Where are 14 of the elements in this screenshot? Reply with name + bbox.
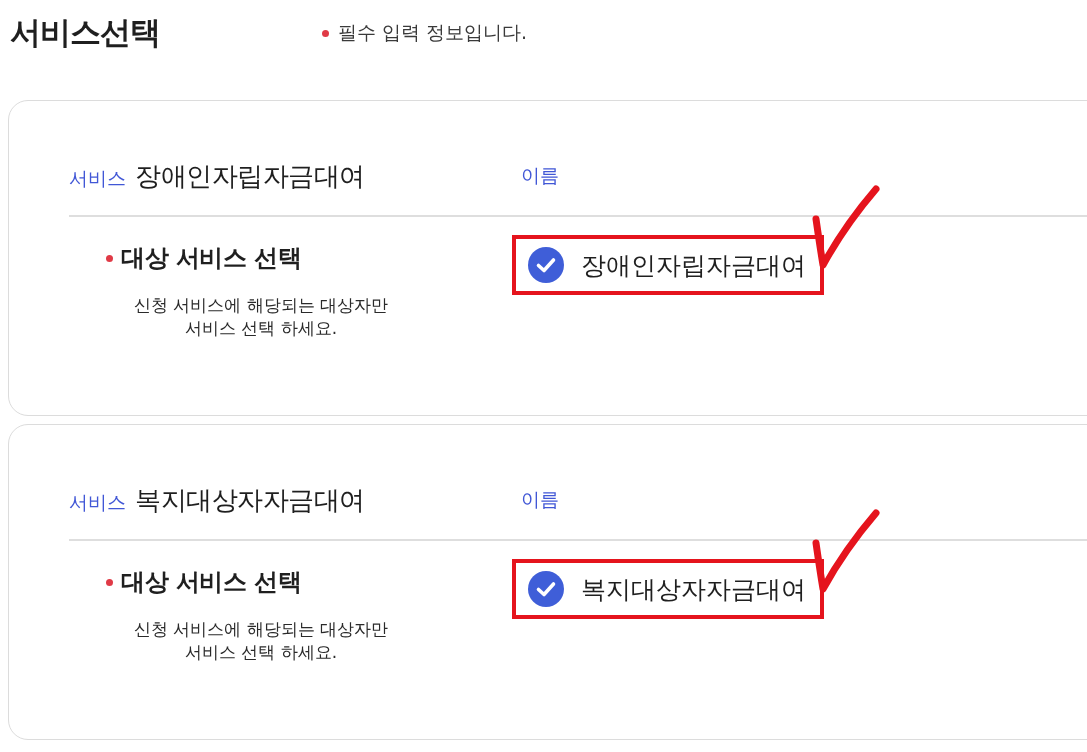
service-name: 장애인자립자금대여 (135, 159, 365, 193)
field-hint: 신청 서비스에 해당되는 대상자만 서비스 선택 하세요. (132, 294, 390, 340)
service-label: 서비스 (69, 489, 126, 515)
field-hint: 신청 서비스에 해당되는 대상자만 서비스 선택 하세요. (132, 618, 390, 664)
service-label: 서비스 (69, 165, 126, 191)
field-label: 대상 서비스 선택 (121, 243, 302, 274)
service-checkbox[interactable]: 장애인자립자금대여 (528, 247, 806, 283)
name-label: 이름 (520, 163, 560, 188)
required-note: 필수 입력 정보입니다. (338, 20, 528, 45)
page-title: 서비스선택 (10, 13, 161, 52)
field-label: 대상 서비스 선택 (121, 567, 302, 598)
service-name: 복지대상자자금대여 (135, 483, 365, 517)
service-checkbox[interactable]: 복지대상자자금대여 (528, 571, 806, 607)
name-label: 이름 (520, 487, 560, 512)
